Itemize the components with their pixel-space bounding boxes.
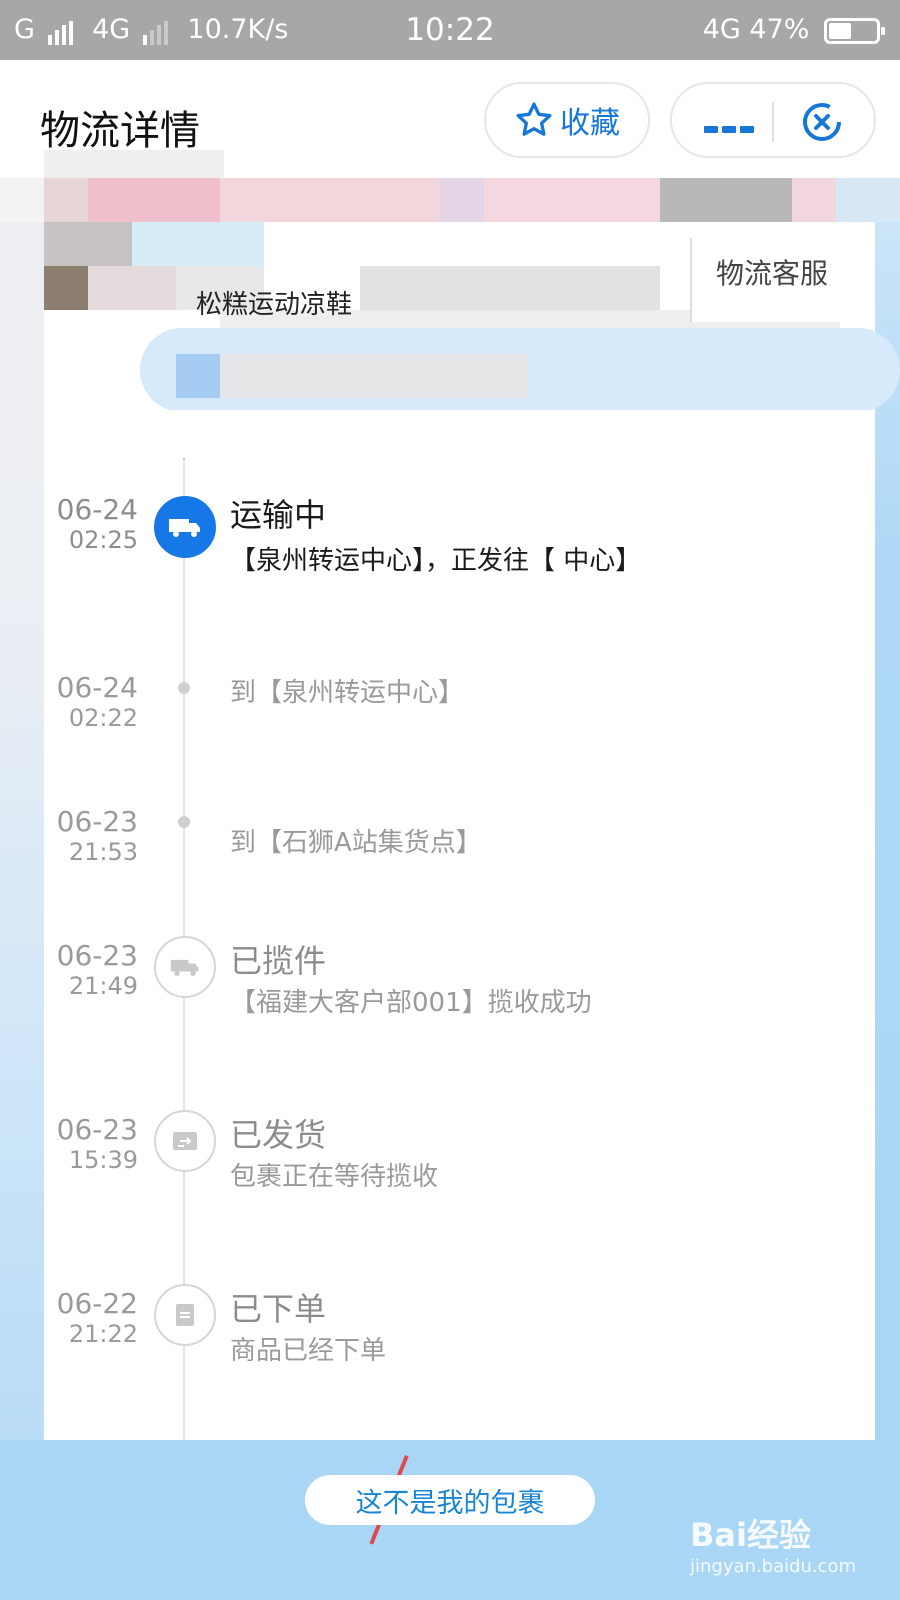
event-node [154, 1284, 216, 1346]
more-icon[interactable] [704, 118, 758, 137]
page-title: 物流详情 [40, 108, 200, 154]
event-dot [178, 682, 190, 694]
event-node [154, 1110, 216, 1172]
event-date: 06-24 [56, 671, 138, 704]
event-time: 21:53 [68, 838, 138, 866]
logistics-service-label: 物流客服 [716, 257, 829, 290]
status-right: 4G 47% [702, 14, 885, 45]
event-time: 15:39 [68, 1146, 138, 1174]
event-title: 已下单 [230, 1290, 327, 1328]
close-icon[interactable] [800, 100, 844, 144]
event-description: 商品已经下单 [230, 1336, 387, 1366]
logistics-service-button[interactable]: 物流客服 [690, 238, 875, 322]
event-title: 已发货 [230, 1116, 327, 1154]
not-my-package-button[interactable]: 这不是我的包裹 [305, 1475, 595, 1525]
event-description: 到【泉州转运中心】 [230, 678, 465, 708]
event-title: 已揽件 [230, 942, 327, 980]
event-description: 【泉州转运中心】，正发往【 中心】 [230, 546, 642, 576]
battery-percent: 47% [749, 14, 810, 45]
event-dot [178, 816, 190, 828]
network-label-right: 4G [702, 14, 741, 45]
event-time: 02:25 [68, 526, 138, 554]
baidu-watermark-url: jingyan.baidu.com [690, 1556, 857, 1577]
event-date: 06-22 [56, 1287, 138, 1320]
event-title: 运输中 [230, 496, 327, 534]
event-description: 【福建大客户部001】揽收成功 [230, 988, 592, 1018]
battery-icon [824, 17, 885, 44]
event-date: 06-23 [56, 1113, 138, 1146]
event-date: 06-24 [56, 493, 138, 526]
favorite-label: 收藏 [560, 106, 620, 141]
truck-icon [169, 519, 200, 537]
event-description: 到【石狮A站集货点】 [230, 828, 482, 858]
order-doc-icon [176, 1304, 194, 1326]
event-node [154, 936, 216, 998]
status-bar: G 4G 10.7K/s 10:22 4G 47% [0, 0, 900, 60]
star-icon [516, 102, 552, 136]
event-time: 02:22 [68, 704, 138, 732]
capsule-divider [772, 102, 774, 142]
product-name: 松糕运动凉鞋 [196, 290, 353, 320]
event-node [154, 496, 216, 558]
event-date: 06-23 [56, 805, 138, 838]
ship-box-icon [173, 1132, 197, 1150]
favorite-button[interactable]: 收藏 [484, 82, 650, 158]
event-time: 21:22 [68, 1320, 138, 1348]
event-time: 21:49 [68, 972, 138, 1000]
event-description: 包裹正在等待揽收 [230, 1162, 439, 1192]
mini-program-capsule [670, 82, 876, 158]
baidu-watermark-logo: Bai经验 [690, 1516, 811, 1554]
event-date: 06-23 [56, 939, 138, 972]
truck-icon [170, 959, 199, 976]
